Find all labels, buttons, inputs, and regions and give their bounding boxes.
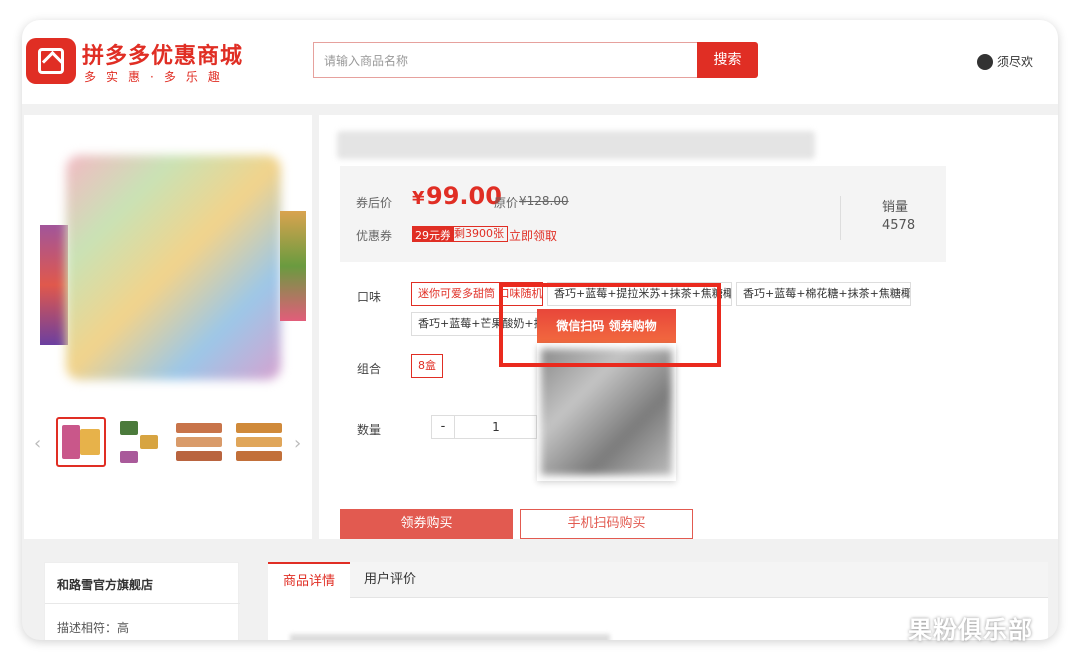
combo-option-1[interactable]: 8盒 (411, 354, 443, 378)
claim-coupon-buy-button[interactable]: 领券购买 (340, 509, 513, 539)
tab-product-details[interactable]: 商品详情 (268, 562, 350, 598)
product-image-side-left (40, 225, 68, 345)
product-image-side-right (280, 211, 306, 321)
user-menu[interactable]: 须尽欢 (977, 53, 1033, 70)
thumbnail-1[interactable] (56, 417, 106, 467)
search-button[interactable]: 搜索 (697, 42, 758, 78)
flavor-option-3[interactable]: 香巧+蓝莓+棉花糖+抹茶+焦糖椰子 (736, 282, 911, 306)
divider (45, 603, 240, 604)
brand-title[interactable]: 拼多多优惠商城 (82, 38, 243, 70)
sales-label: 销量 (882, 200, 909, 215)
product-gallery: ‹ › (24, 115, 312, 539)
chevron-left-icon[interactable]: ‹ (34, 433, 41, 454)
username: 须尽欢 (997, 55, 1034, 69)
quantity-minus-button[interactable]: - (431, 415, 455, 439)
brand-slogan: 多实惠·多乐趣 (84, 70, 230, 84)
highlight-box (499, 283, 721, 367)
coupon-amount-badge: 29元券 (412, 226, 454, 242)
browser-window: 拼多多优惠商城 多实惠·多乐趣 请输入商品名称 搜索 须尽欢 ‹ › 券后价 ¥… (22, 20, 1058, 640)
thumbnail-2[interactable] (114, 417, 164, 467)
watermark: 果粉俱乐部 (908, 616, 1033, 644)
site-header: 拼多多优惠商城 多实惠·多乐趣 请输入商品名称 搜索 须尽欢 (22, 20, 1058, 104)
claim-coupon-link[interactable]: 立即领取 (509, 227, 557, 244)
original-price: ¥128.00 (519, 194, 569, 208)
tab-user-reviews[interactable]: 用户评价 (350, 562, 430, 598)
qr-code-image (541, 349, 672, 475)
product-main-image (66, 155, 281, 380)
price-box: 券后价 ¥ 99.00 原价 ¥128.00 优惠券 29元券 剩3900张 立… (340, 166, 946, 262)
sales-value: 4578 (882, 218, 916, 233)
search-input[interactable]: 请输入商品名称 (313, 42, 698, 78)
chevron-right-icon[interactable]: › (294, 433, 301, 454)
store-name[interactable]: 和路雪官方旗舰店 (57, 576, 153, 593)
coupon-label: 优惠券 (356, 229, 393, 243)
price-label: 券后价 (356, 196, 393, 210)
product-title-blurred (337, 131, 815, 159)
original-price-label: 原价 (494, 196, 519, 210)
tab-bar: 商品详情 用户评价 (268, 562, 1048, 598)
price-value: 99.00 (426, 182, 502, 210)
product-info: 券后价 ¥ 99.00 原价 ¥128.00 优惠券 29元券 剩3900张 立… (319, 115, 1058, 539)
store-panel: 和路雪官方旗舰店 描述相符：高 (44, 562, 240, 640)
scan-to-buy-button[interactable]: 手机扫码购买 (520, 509, 693, 539)
divider (840, 196, 841, 240)
quantity-label: 数量 (357, 423, 382, 437)
thumbnail-4[interactable] (234, 417, 284, 467)
detail-text-blurred (290, 634, 610, 640)
combo-label: 组合 (357, 362, 382, 376)
quantity-input[interactable]: 1 (455, 415, 537, 439)
brand-logo-icon[interactable] (26, 38, 76, 84)
thumbnail-3[interactable] (174, 417, 224, 467)
price-currency: ¥ (412, 188, 425, 209)
flavor-label: 口味 (357, 290, 382, 304)
avatar-icon (977, 54, 993, 70)
coupon-remaining-badge: 剩3900张 (450, 226, 508, 242)
store-rating: 描述相符：高 (57, 621, 130, 635)
